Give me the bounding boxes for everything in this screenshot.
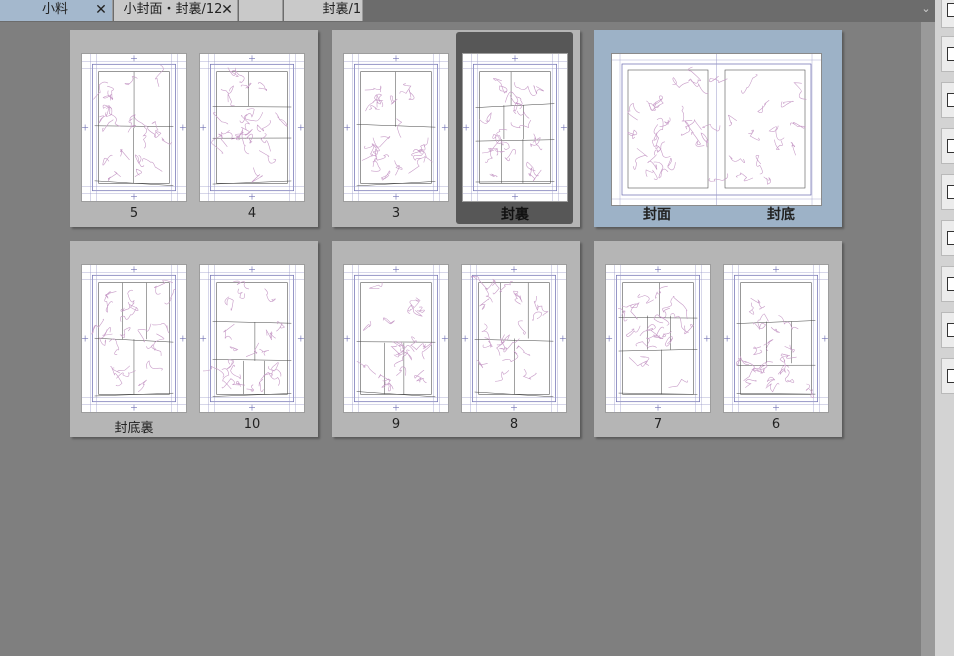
page-number: 3 [391,206,401,221]
page-sketch [463,54,567,201]
page-thumbnail[interactable] [199,264,305,413]
chevron-down-icon[interactable]: ⌄ [918,0,934,20]
page-sketch [606,265,710,412]
page-thumbnail[interactable] [461,264,567,413]
page-sketch [344,265,448,412]
cover-thumbnail[interactable] [611,53,822,206]
vertical-scrollbar[interactable] [921,22,935,656]
page-number: 4 [247,206,257,221]
document-icon [947,139,954,153]
cover-sketch [612,54,821,205]
page-number: 封底裏 [114,421,154,436]
side-panel-button[interactable] [941,128,954,164]
spread-7-6[interactable]: 7 6 [594,241,842,437]
tab-1[interactable]: 小料 ✕ [0,0,113,21]
document-icon [947,93,954,107]
side-panel-button[interactable] [941,174,954,210]
document-icon [947,369,954,383]
page-thumbnail[interactable] [343,264,449,413]
document-icon [947,47,954,61]
side-panel-button[interactable] [941,82,954,118]
page-sketch [344,54,448,201]
page-number: 5 [129,206,139,221]
page-thumbnail[interactable] [81,264,187,413]
page-number: 10 [243,417,261,432]
document-icon [947,277,954,291]
side-panel-button[interactable] [941,36,954,72]
page-sketch [82,265,186,412]
page-number: 封裏 [501,207,529,223]
side-panel-button[interactable] [941,266,954,302]
page-thumbnail[interactable] [723,264,829,413]
tab-4[interactable]: 封裏/12 [284,0,363,21]
page-sketch [724,265,828,412]
spread-5-4[interactable]: 5 4 [70,30,318,227]
selected-page-highlight[interactable]: 封裏 [456,32,573,224]
side-panel-button[interactable] [941,312,954,348]
document-icon [947,185,954,199]
tab-label: 封裏/12 [322,2,362,17]
spread-back-10[interactable]: 封底裏 10 [70,241,318,437]
page-thumbnail[interactable] [343,53,449,202]
page-thumbnail[interactable] [462,53,568,202]
tab-label: 小料 [243,0,282,20]
page-number: 封面 [643,207,671,223]
page-sketch [462,265,566,412]
page-number: 9 [391,417,401,432]
spread-9-8[interactable]: 9 8 [332,241,580,437]
page-number: 6 [771,417,781,432]
document-icon [947,3,954,17]
side-panel-button[interactable] [941,0,954,28]
tab-3[interactable]: 小料 [239,0,283,21]
tab-2[interactable]: 小封面・封裏/12 ✕ [114,0,238,21]
page-thumbnail[interactable] [605,264,711,413]
spread-3-inside-cover[interactable]: 封裏 3 [332,30,580,227]
document-icon [947,323,954,337]
side-panel-button[interactable] [941,358,954,394]
page-sketch [200,54,304,201]
page-sketch [82,54,186,201]
page-number: 8 [509,417,519,432]
close-icon[interactable]: ✕ [93,0,109,20]
page-thumbnail[interactable] [81,53,187,202]
side-panel-button[interactable] [941,220,954,256]
page-sketch [200,265,304,412]
page-number: 封底 [767,207,795,223]
document-icon [947,231,954,245]
page-thumbnail[interactable] [199,53,305,202]
tab-label: 小封面・封裏/12 [123,2,223,17]
close-icon[interactable]: ✕ [219,0,235,20]
tab-bar: 小料 ✕ 小封面・封裏/12 ✕ 小料 封裏/12 ⌄ [0,0,935,22]
spread-cover[interactable]: 封面 封底 [594,30,842,227]
page-number: 7 [653,417,663,432]
